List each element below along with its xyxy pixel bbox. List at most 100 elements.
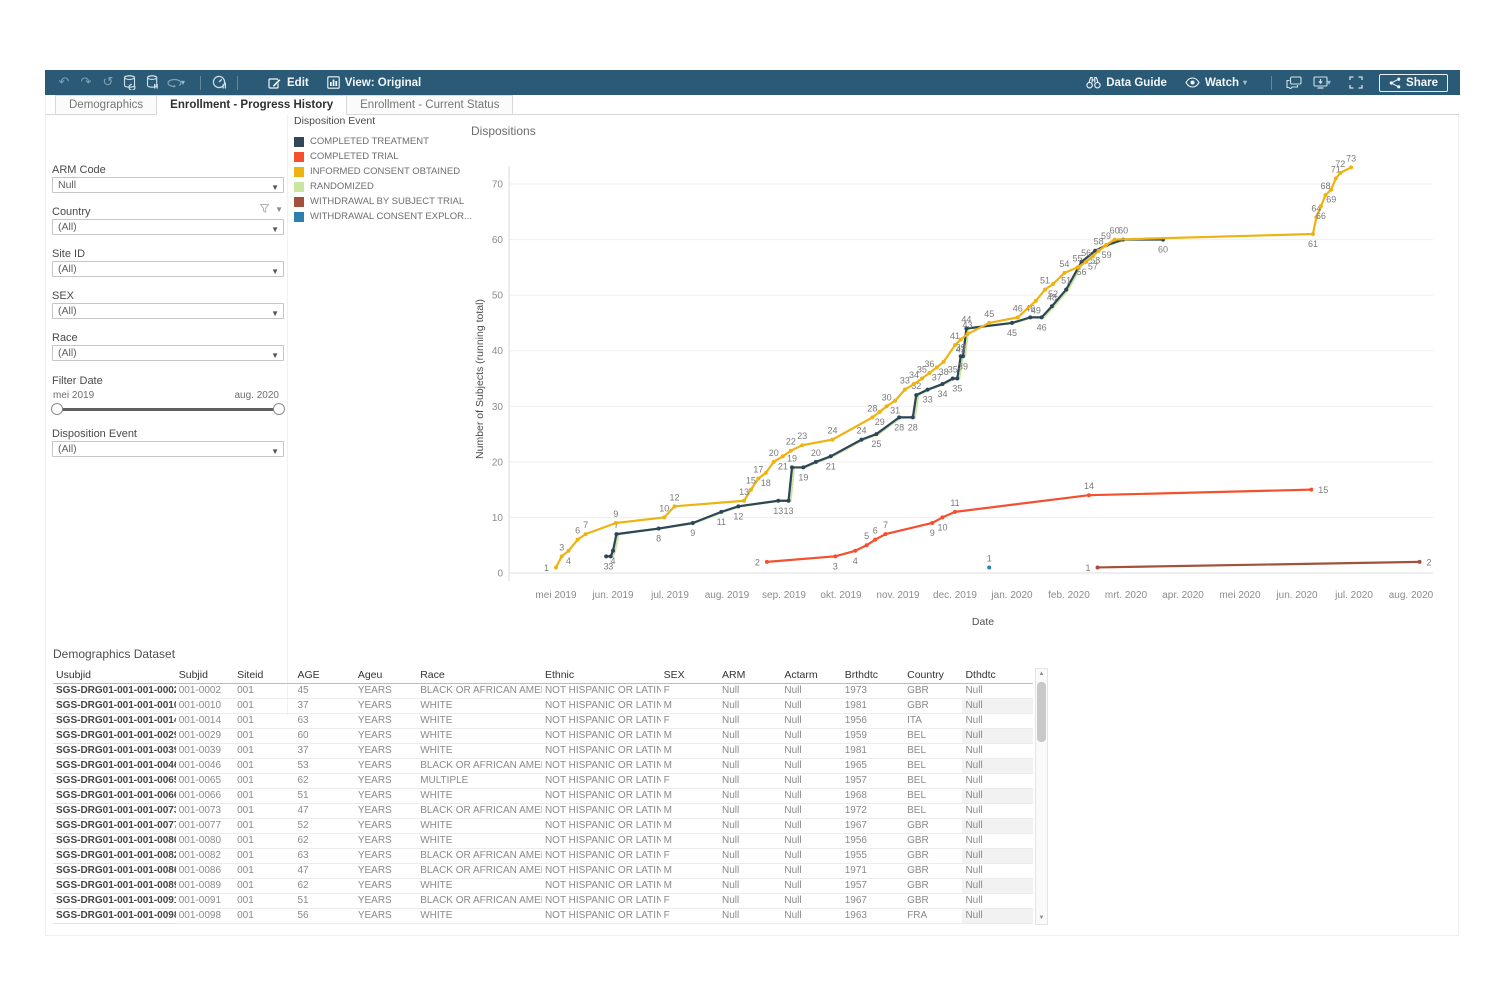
table-cell: 53	[294, 758, 354, 773]
legend-item-0[interactable]: COMPLETED TREATMENT	[294, 134, 464, 149]
table-row[interactable]: SGS-DRG01-001-001-0065001-006500162YEARS…	[53, 773, 1033, 788]
sheet-tab-0[interactable]: Demographics	[55, 95, 157, 114]
table-row[interactable]: SGS-DRG01-001-001-0091001-009100151YEARS…	[53, 893, 1033, 908]
table-cell: BLACK OR AFRICAN AMER...	[417, 758, 542, 773]
date-slider[interactable]	[57, 408, 279, 411]
column-header-age[interactable]: AGE	[294, 668, 354, 683]
table-cell: 1965	[842, 758, 904, 773]
table-cell: SGS-DRG01-001-001-0065	[53, 773, 176, 788]
watch-button[interactable]: Watch ▾	[1176, 70, 1264, 95]
column-header-siteid[interactable]: Siteid	[234, 668, 294, 683]
column-header-actarm[interactable]: Actarm	[781, 668, 841, 683]
value-label: 60	[1118, 226, 1128, 236]
table-cell: 1981	[842, 743, 904, 758]
filter-menu-caret-icon[interactable]: ▼	[275, 205, 283, 214]
date-slider-handle-end[interactable]	[273, 403, 285, 415]
column-header-arm[interactable]: ARM	[719, 668, 781, 683]
table-row[interactable]: SGS-DRG01-001-001-0066001-006600151YEARS…	[53, 788, 1033, 803]
share-button[interactable]: Share	[1379, 74, 1448, 92]
download-caret-icon[interactable]: ▾	[1327, 78, 1339, 87]
dispositions-chart[interactable]: DispositionsNumber of Subjects (running …	[471, 121, 1451, 641]
legend-item-3[interactable]: RANDOMIZED	[294, 179, 464, 194]
country-dropdown[interactable]: (All)▼	[52, 219, 284, 235]
value-label: 35	[948, 365, 958, 375]
table-row[interactable]: SGS-DRG01-001-001-0002001-000200145YEARS…	[53, 683, 1033, 698]
table-row[interactable]: SGS-DRG01-001-001-0089001-008900162YEARS…	[53, 878, 1033, 893]
legend-swatch	[294, 212, 304, 222]
value-label: 9	[613, 509, 618, 519]
series-completed-trial[interactable]: 234567910111415	[755, 481, 1328, 571]
data-guide-button[interactable]: Data Guide	[1077, 70, 1176, 95]
value-label: 11	[717, 517, 726, 527]
legend-item-5[interactable]: WITHDRAWAL CONSENT EXPLOR...	[294, 209, 464, 224]
table-row[interactable]: SGS-DRG01-001-001-0014001-001400163YEARS…	[53, 713, 1033, 728]
race-dropdown[interactable]: (All)▼	[52, 345, 284, 361]
table-cell: 60	[294, 728, 354, 743]
table-row[interactable]: SGS-DRG01-001-001-0039001-003900137YEARS…	[53, 743, 1033, 758]
series-withdrawal-by-subject-trial[interactable]: 12	[1085, 557, 1431, 573]
sheet-tab-2[interactable]: Enrollment - Current Status	[346, 95, 513, 114]
table-row[interactable]: SGS-DRG01-001-001-0046001-004600153YEARS…	[53, 758, 1033, 773]
redo-icon[interactable]: ↷	[75, 70, 97, 95]
table-row[interactable]: SGS-DRG01-001-001-0086001-008600147YEARS…	[53, 863, 1033, 878]
edit-button[interactable]: Edit	[259, 70, 318, 95]
table-row[interactable]: SGS-DRG01-001-001-0077001-007700152YEARS…	[53, 818, 1033, 833]
table-scrollbar[interactable]: ▲ ▼	[1035, 668, 1048, 925]
series-withdrawal-consent-explor-[interactable]: 1	[987, 553, 992, 569]
metrics-gauge-icon[interactable]	[208, 70, 230, 95]
view-original-button[interactable]: View: Original	[318, 70, 430, 95]
column-header-ageu[interactable]: Ageu	[355, 668, 417, 683]
pause-updates-icon[interactable]	[141, 70, 163, 95]
column-header-dthdtc[interactable]: Dthdtc	[962, 668, 1033, 683]
series-informed-consent-obtained[interactable]: 1346791012131517182021222324282930313334…	[544, 153, 1356, 573]
value-label: 45	[984, 309, 994, 319]
funnel-icon[interactable]	[260, 204, 269, 215]
value-label: 20	[811, 448, 821, 458]
legend-item-1[interactable]: COMPLETED TRIAL	[294, 149, 464, 164]
arm-code-dropdown[interactable]: Null▼	[52, 177, 284, 193]
comments-icon[interactable]	[1283, 70, 1305, 95]
column-header-ethnic[interactable]: Ethnic	[542, 668, 661, 683]
table-cell: Null	[781, 863, 841, 878]
table-row[interactable]: SGS-DRG01-001-001-0073001-007300147YEARS…	[53, 803, 1033, 818]
scroll-up-icon[interactable]: ▲	[1036, 669, 1047, 680]
column-header-brthdtc[interactable]: Brthdtc	[842, 668, 904, 683]
data-point	[830, 438, 834, 442]
scrollbar-thumb[interactable]	[1037, 682, 1046, 742]
table-cell: SGS-DRG01-001-001-0066	[53, 788, 176, 803]
sex-dropdown[interactable]: (All)▼	[52, 303, 284, 319]
table-cell: 001	[234, 863, 294, 878]
fullscreen-icon[interactable]	[1345, 70, 1367, 95]
undo-icon[interactable]: ↶	[53, 70, 75, 95]
value-label: 23	[797, 431, 807, 441]
table-row[interactable]: SGS-DRG01-001-001-0080001-008000162YEARS…	[53, 833, 1033, 848]
legend-item-2[interactable]: INFORMED CONSENT OBTAINED	[294, 164, 464, 179]
table-row[interactable]: SGS-DRG01-001-001-0098001-009800156YEARS…	[53, 908, 1033, 923]
data-point	[951, 377, 955, 381]
sheet-tab-1[interactable]: Enrollment - Progress History	[156, 95, 347, 115]
table-cell: Null	[962, 803, 1033, 818]
data-point	[914, 393, 918, 397]
table-cell: NOT HISPANIC OR LATINO	[542, 893, 661, 908]
column-header-sex[interactable]: SEX	[661, 668, 719, 683]
refresh-data-icon[interactable]	[119, 70, 141, 95]
column-header-country[interactable]: Country	[904, 668, 962, 683]
scroll-down-icon[interactable]: ▼	[1036, 913, 1047, 924]
column-header-usubjid[interactable]: Usubjid	[53, 668, 176, 683]
value-label: 12	[733, 511, 743, 521]
table-cell: BEL	[904, 758, 962, 773]
data-point	[554, 565, 558, 569]
column-header-race[interactable]: Race	[417, 668, 542, 683]
table-row[interactable]: SGS-DRG01-001-001-0010001-001000137YEARS…	[53, 698, 1033, 713]
revert-icon[interactable]: ↺	[97, 70, 119, 95]
value-label: 39	[958, 361, 968, 371]
column-header-subjid[interactable]: Subjid	[176, 668, 234, 683]
table-cell: 52	[294, 818, 354, 833]
site-id-dropdown[interactable]: (All)▼	[52, 261, 284, 277]
date-slider-handle-start[interactable]	[51, 403, 63, 415]
table-row[interactable]: SGS-DRG01-001-001-0082001-008200163YEARS…	[53, 848, 1033, 863]
run-flow-caret-icon[interactable]: ▾	[181, 78, 193, 87]
table-row[interactable]: SGS-DRG01-001-001-0029001-002900160YEARS…	[53, 728, 1033, 743]
disposition-event-dropdown[interactable]: (All)▼	[52, 441, 284, 457]
legend-item-4[interactable]: WITHDRAWAL BY SUBJECT TRIAL	[294, 194, 464, 209]
